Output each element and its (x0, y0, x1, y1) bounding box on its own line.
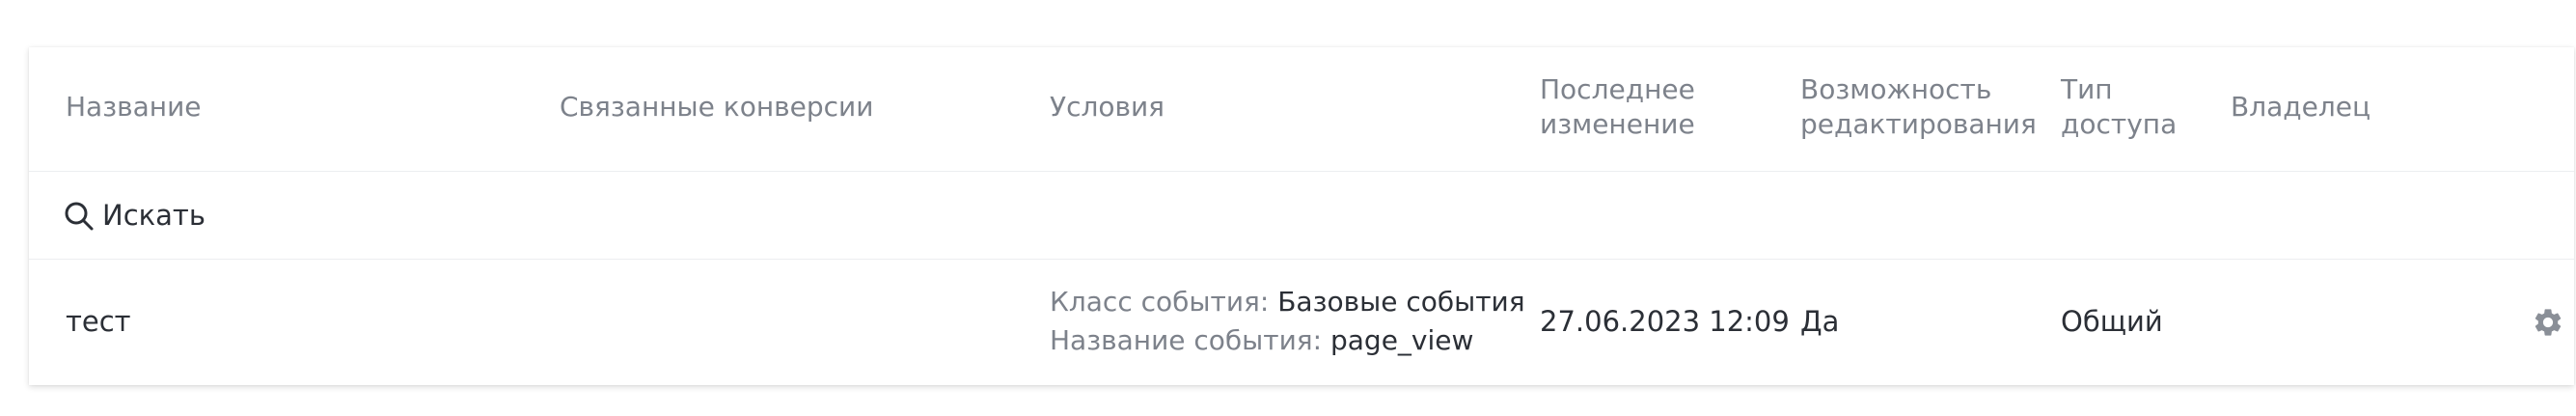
cell-name: тест (66, 305, 131, 338)
cell-conditions: Класс события: Базовые события Название … (1050, 283, 1525, 360)
column-header-conditions[interactable]: Условия (1050, 90, 1165, 125)
search-icon (65, 202, 94, 231)
table-header: Название Связанные конверсии Условия Пос… (29, 47, 2574, 172)
column-header-editable-line2: редактирования (1800, 108, 2037, 140)
gear-icon[interactable] (2532, 306, 2564, 339)
column-header-last-modified-line2: изменение (1540, 108, 1695, 140)
condition-event-name-value: page_view (1329, 324, 1474, 356)
column-header-access-type[interactable]: Тип доступа (2061, 72, 2177, 142)
condition-event-name: Название события: page_view (1050, 321, 1525, 360)
column-header-editable-line1: Возможность (1800, 73, 1992, 105)
column-header-editable[interactable]: Возможность редактирования (1800, 72, 2037, 142)
column-header-access-type-line1: Тип (2061, 73, 2113, 105)
column-header-access-type-line2: доступа (2061, 108, 2178, 140)
search-row (29, 172, 2574, 260)
table-row[interactable]: тест Класс события: Базовые события Назв… (29, 260, 2574, 385)
column-header-linked-conversions[interactable]: Связанные конверсии (560, 90, 873, 125)
cell-last-modified: 27.06.2023 12:09 (1540, 305, 1790, 338)
column-header-owner[interactable]: Владелец (2231, 90, 2370, 125)
search-input[interactable] (102, 195, 681, 236)
column-header-name[interactable]: Название (66, 90, 202, 125)
events-table: Название Связанные конверсии Условия Пос… (29, 47, 2574, 385)
column-header-last-modified-line1: Последнее (1540, 73, 1695, 105)
condition-event-name-label: Название события: (1050, 324, 1323, 356)
condition-event-class-value: Базовые события (1277, 286, 1525, 318)
cell-access-type: Общий (2061, 305, 2163, 338)
cell-editable: Да (1800, 305, 1840, 338)
condition-event-class-label: Класс события: (1050, 286, 1270, 318)
condition-event-class: Класс события: Базовые события (1050, 283, 1525, 321)
column-header-last-modified[interactable]: Последнее изменение (1540, 72, 1695, 142)
